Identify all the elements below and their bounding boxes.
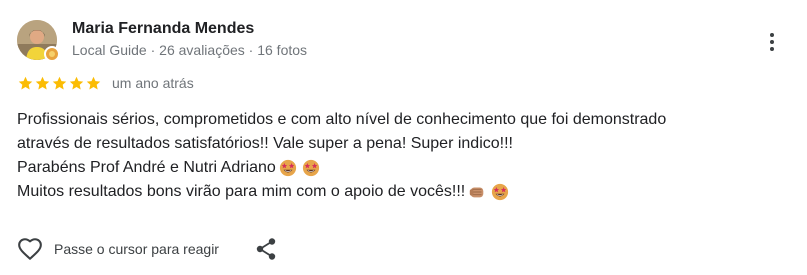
review-card: Maria Fernanda Mendes Local Guide · 26 a… <box>0 0 807 275</box>
reviewer-name[interactable]: Maria Fernanda Mendes <box>72 20 254 38</box>
fist-bump-emoji <box>470 187 484 198</box>
react-hint-text: Passe o cursor para reagir <box>54 241 219 257</box>
star-struck-emoji <box>492 183 509 201</box>
like-button[interactable] <box>17 236 43 262</box>
more-vert-icon-dot <box>770 47 774 51</box>
more-vert-icon <box>770 33 774 37</box>
heart-outline-icon <box>18 238 42 260</box>
share-button[interactable] <box>253 236 279 262</box>
more-vert-icon-dot <box>770 40 774 44</box>
star-icon <box>69 76 84 89</box>
review-actions: Passe o cursor para reagir <box>17 236 279 262</box>
review-line-text: Profissionais sérios, comprometidos e co… <box>17 111 667 128</box>
review-line: Parabéns Prof André e Nutri Adriano <box>17 156 777 180</box>
review-line: através de resultados satisfatórios!! Va… <box>17 132 777 156</box>
review-line: Muitos resultados bons virão para mim co… <box>17 180 777 204</box>
more-options-button[interactable] <box>760 28 784 56</box>
review-date: um ano atrás <box>112 75 194 91</box>
review-line: Profissionais sérios, comprometidos e co… <box>17 108 777 132</box>
star-struck-emoji <box>279 159 296 177</box>
review-line-text: Parabéns Prof André e Nutri Adriano <box>17 159 276 176</box>
reviewer-meta: Local Guide · 26 avaliações · 16 fotos <box>72 42 308 58</box>
share-icon <box>256 238 276 260</box>
star-struck-emoji <box>302 159 319 177</box>
star-icon <box>52 76 67 89</box>
review-text: Profissionais sérios, comprometidos e co… <box>17 108 777 204</box>
review-line-text: Muitos resultados bons virão para mim co… <box>17 183 466 200</box>
local-guide-badge-icon <box>44 46 60 62</box>
star-icon <box>86 76 101 89</box>
star-rating <box>17 75 102 92</box>
rating-row: um ano atrás <box>17 73 194 93</box>
star-icon <box>18 76 33 89</box>
star-icon <box>35 76 50 89</box>
review-line-text: através de resultados satisfatórios!! Va… <box>17 135 513 152</box>
